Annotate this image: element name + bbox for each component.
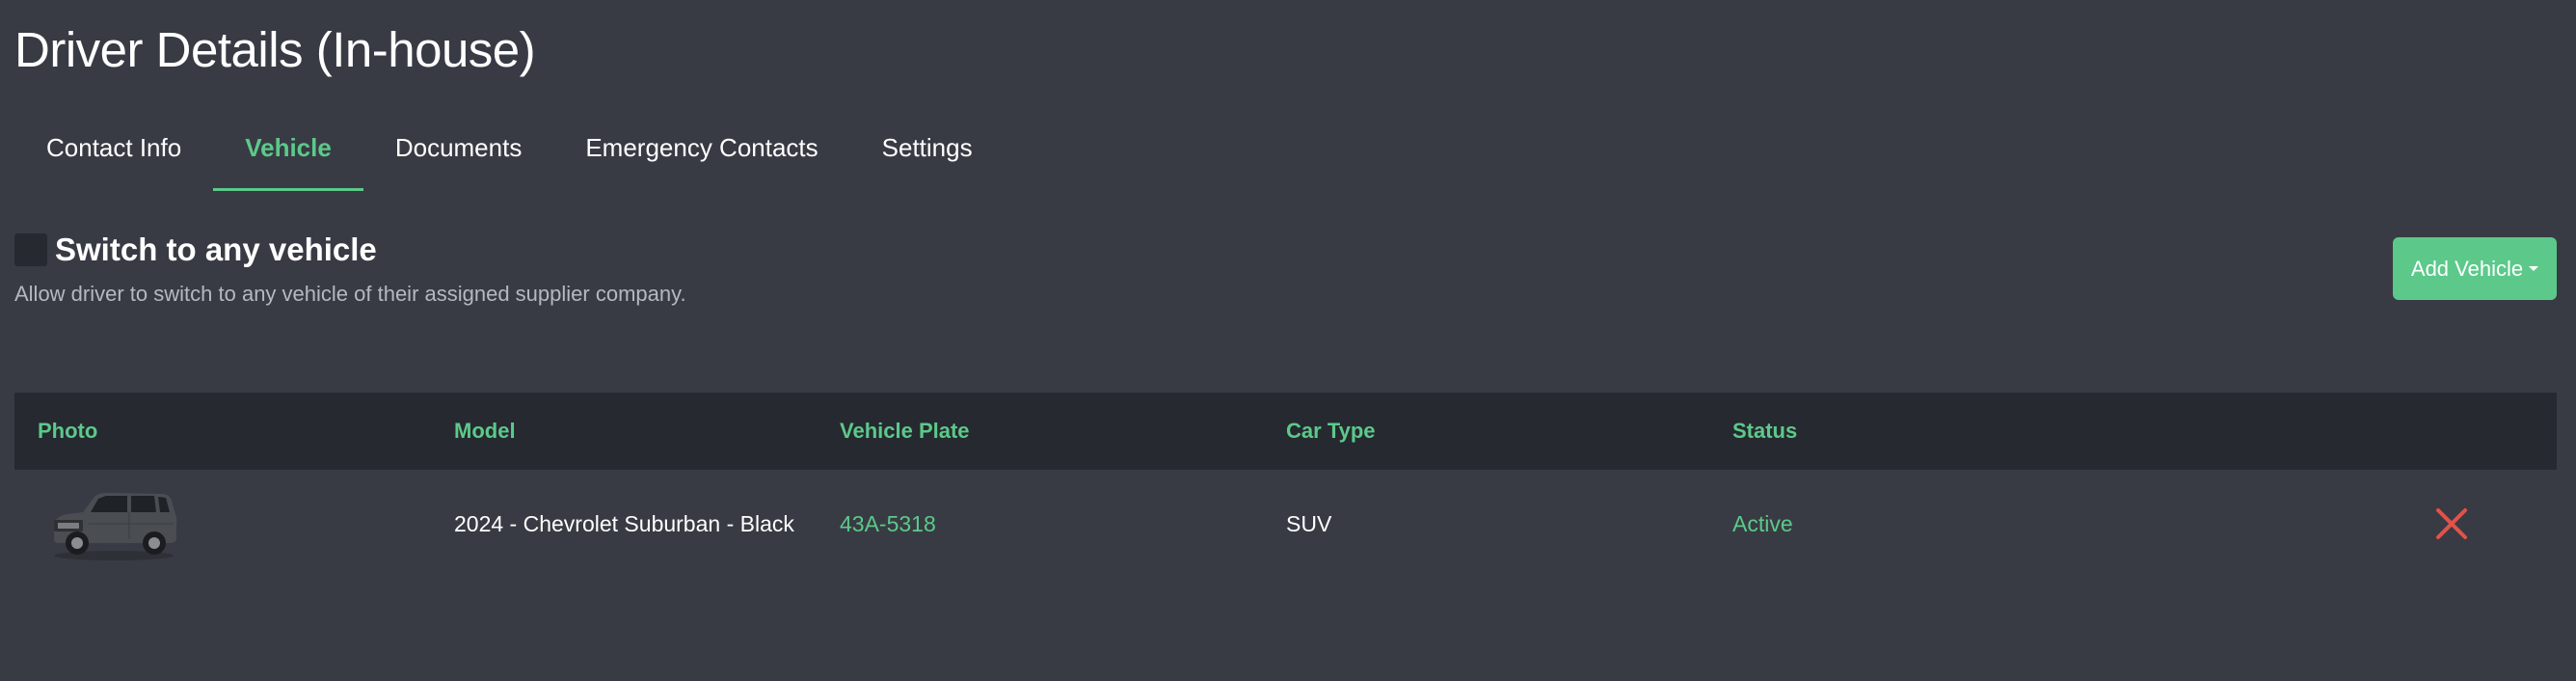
tab-emergency-contacts[interactable]: Emergency Contacts: [553, 118, 849, 191]
column-header-model: Model: [454, 419, 516, 443]
vehicle-model: 2024 - Chevrolet Suburban - Black: [454, 511, 794, 536]
column-header-plate: Vehicle Plate: [840, 419, 970, 443]
switch-vehicle-description: Allow driver to switch to any vehicle of…: [14, 282, 686, 306]
switch-vehicle-checkbox[interactable]: [14, 233, 47, 266]
suv-car-photo: [54, 493, 177, 560]
tab-vehicle[interactable]: Vehicle: [213, 118, 363, 191]
tab-settings[interactable]: Settings: [850, 118, 1005, 191]
page-title: Driver Details (In-house): [14, 22, 536, 77]
switch-vehicle-row: Switch to any vehicle: [14, 232, 377, 268]
tab-documents[interactable]: Documents: [363, 118, 554, 191]
add-vehicle-button[interactable]: Add Vehicle: [2393, 237, 2557, 300]
tab-bar: Contact Info Vehicle Documents Emergency…: [14, 118, 1005, 191]
tab-contact-info[interactable]: Contact Info: [14, 118, 213, 191]
vehicles-table: Photo Model Vehicle Plate Car Type Statu…: [14, 393, 2557, 578]
vehicle-status: Active: [1732, 511, 1793, 536]
column-header-photo: Photo: [38, 419, 98, 443]
close-icon[interactable]: [2432, 504, 2471, 543]
add-vehicle-label: Add Vehicle: [2410, 256, 2524, 281]
driver-details-page: Driver Details (In-house) Contact Info V…: [0, 0, 2576, 681]
column-header-status: Status: [1732, 419, 1798, 443]
vehicle-car-type: SUV: [1286, 511, 1332, 536]
table-row: 2024 - Chevrolet Suburban - Black 43A-53…: [14, 470, 2557, 578]
table-header: Photo Model Vehicle Plate Car Type Statu…: [14, 393, 2557, 470]
vehicle-plate-link[interactable]: 43A-5318: [840, 470, 936, 578]
caret-down-icon: [2529, 266, 2539, 271]
column-header-car-type: Car Type: [1286, 419, 1376, 443]
switch-vehicle-label: Switch to any vehicle: [55, 232, 377, 267]
